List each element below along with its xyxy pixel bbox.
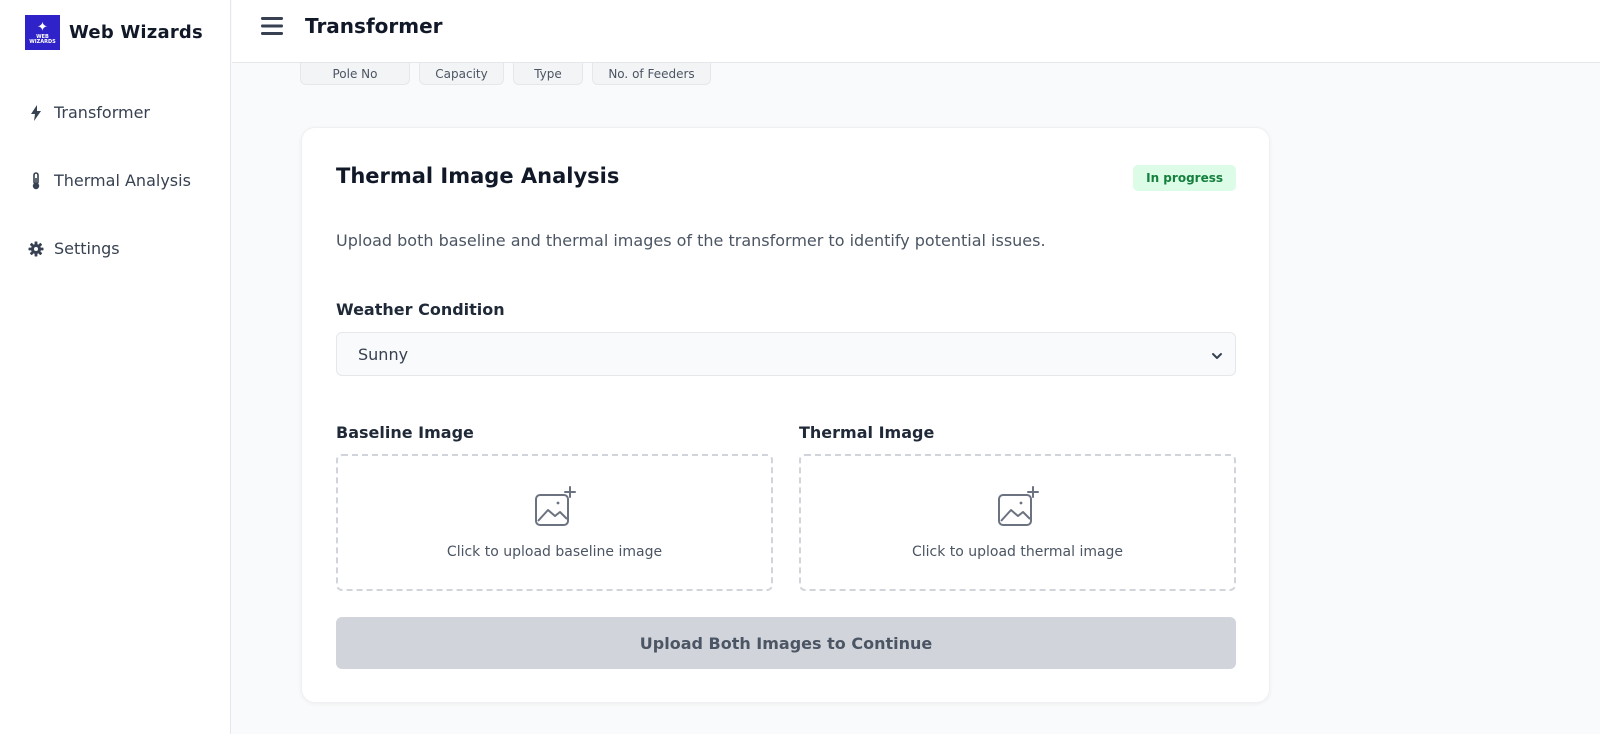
column-header-feeders[interactable]: No. of Feeders — [592, 63, 711, 85]
wizard-logo-icon: ✦ — [37, 19, 48, 35]
upload-continue-button[interactable]: Upload Both Images to Continue — [336, 617, 1236, 669]
column-header-pole-no[interactable]: Pole No — [300, 63, 410, 85]
top-bar: Transformer — [232, 0, 1600, 63]
sidebar-item-label: Settings — [54, 239, 120, 258]
sidebar: ✦ WEB WIZARDS Web Wizards Transformer Th… — [0, 0, 231, 734]
thermal-upload-dropzone[interactable]: Click to upload thermal image — [799, 454, 1236, 591]
app-name: Web Wizards — [69, 22, 203, 43]
page-title: Transformer — [305, 14, 443, 38]
chevron-down-icon — [1211, 345, 1223, 364]
hamburger-icon[interactable] — [261, 15, 283, 37]
sidebar-item-transformer[interactable]: Transformer — [28, 103, 150, 122]
weather-label: Weather Condition — [336, 300, 505, 319]
brand[interactable]: ✦ WEB WIZARDS Web Wizards — [25, 15, 203, 50]
bolt-icon — [28, 104, 44, 122]
logo-text: WEB WIZARDS — [29, 33, 56, 45]
baseline-upload-hint: Click to upload baseline image — [446, 544, 663, 560]
column-header-type[interactable]: Type — [513, 63, 583, 85]
baseline-upload-dropzone[interactable]: Click to upload baseline image — [336, 454, 773, 591]
sidebar-item-settings[interactable]: Settings — [28, 239, 120, 258]
baseline-image-label: Baseline Image — [336, 423, 474, 442]
sidebar-item-label: Transformer — [54, 103, 151, 122]
weather-selected-value: Sunny — [358, 344, 409, 364]
card-title: Thermal Image Analysis — [336, 164, 620, 188]
weather-select[interactable]: Sunny — [336, 332, 1236, 376]
column-header-capacity[interactable]: Capacity — [419, 63, 504, 85]
sidebar-item-label: Thermal Analysis — [54, 171, 191, 190]
gear-icon — [28, 240, 44, 258]
thermal-image-label: Thermal Image — [799, 423, 935, 442]
sidebar-item-thermal-analysis[interactable]: Thermal Analysis — [28, 171, 191, 190]
thermometer-icon — [28, 171, 44, 190]
status-badge: In progress — [1133, 165, 1236, 191]
card-description: Upload both baseline and thermal images … — [336, 231, 1046, 250]
logo: ✦ WEB WIZARDS — [25, 15, 60, 50]
thermal-upload-hint: Click to upload thermal image — [911, 544, 1124, 560]
image-add-icon — [533, 486, 577, 530]
thermal-analysis-card: Thermal Image Analysis In progress Uploa… — [301, 127, 1270, 703]
table-header-row: Pole No Capacity Type No. of Feeders — [300, 63, 711, 85]
image-add-icon — [996, 486, 1040, 530]
